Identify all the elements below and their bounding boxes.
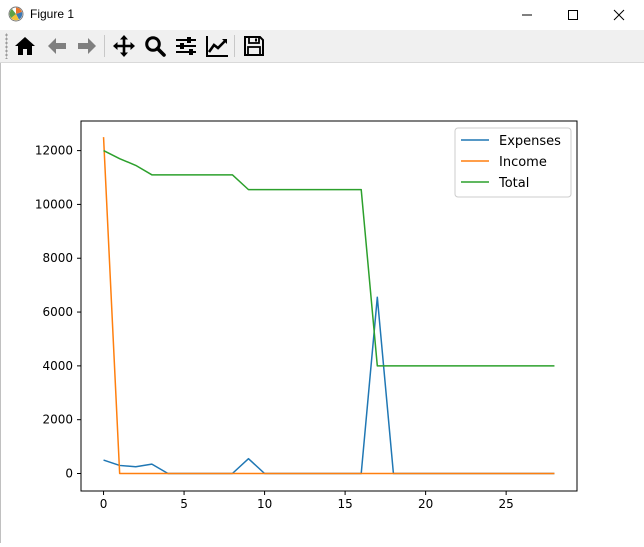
- x-tick-label: 25: [499, 497, 514, 511]
- save-icon: [244, 36, 264, 56]
- sliders-icon: [176, 37, 196, 55]
- x-tick-label: 0: [100, 497, 108, 511]
- maximize-icon: [568, 10, 578, 20]
- maximize-button[interactable]: [550, 0, 596, 30]
- toolbar-grip: [5, 33, 8, 59]
- y-tick-label: 8000: [42, 251, 73, 265]
- y-tick-label: 4000: [42, 359, 73, 373]
- legend-label: Total: [498, 176, 529, 191]
- x-tick-label: 10: [257, 497, 272, 511]
- forward-button[interactable]: [74, 33, 100, 59]
- line-chart-icon: [206, 36, 228, 57]
- x-tick-label: 5: [180, 497, 188, 511]
- matplotlib-icon: [8, 6, 24, 22]
- arrow-right-icon: [78, 38, 96, 54]
- save-button[interactable]: [241, 33, 267, 59]
- zoom-icon: [145, 36, 166, 57]
- line-chart[interactable]: 0 5 10 15 20 25 0 2000 4000 6000 8000 10000 12000 Ex…: [1, 63, 644, 543]
- close-icon: [613, 9, 625, 21]
- window-title: Figure 1: [30, 7, 75, 21]
- y-tick-label: 10000: [35, 197, 73, 211]
- minimize-icon: [522, 14, 532, 16]
- y-tick-label: 12000: [35, 144, 73, 158]
- arrow-left-icon: [48, 38, 66, 54]
- legend-label: Income: [499, 155, 547, 170]
- x-tick-label: 15: [337, 497, 352, 511]
- y-tick-label: 6000: [42, 305, 73, 319]
- pan-button[interactable]: [111, 33, 137, 59]
- home-button[interactable]: [12, 33, 38, 59]
- zoom-button[interactable]: [142, 33, 168, 59]
- back-button[interactable]: [44, 33, 70, 59]
- toolbar-separator: [234, 35, 235, 57]
- customize-button[interactable]: [204, 33, 230, 59]
- close-button[interactable]: [596, 0, 642, 30]
- y-tick-label: 0: [65, 467, 73, 481]
- y-tick-label: 2000: [42, 413, 73, 427]
- minimize-button[interactable]: [504, 0, 550, 30]
- legend-label: Expenses: [499, 134, 561, 149]
- move-icon: [113, 35, 135, 57]
- x-tick-label: 20: [418, 497, 433, 511]
- toolbar-separator: [104, 35, 105, 57]
- figure-canvas[interactable]: 0 5 10 15 20 25 0 2000 4000 6000 8000 10000 12000 Ex…: [0, 63, 644, 543]
- home-icon: [15, 37, 35, 55]
- subplots-button[interactable]: [173, 33, 199, 59]
- title-bar: Figure 1: [0, 0, 644, 30]
- navigation-toolbar: [0, 30, 644, 63]
